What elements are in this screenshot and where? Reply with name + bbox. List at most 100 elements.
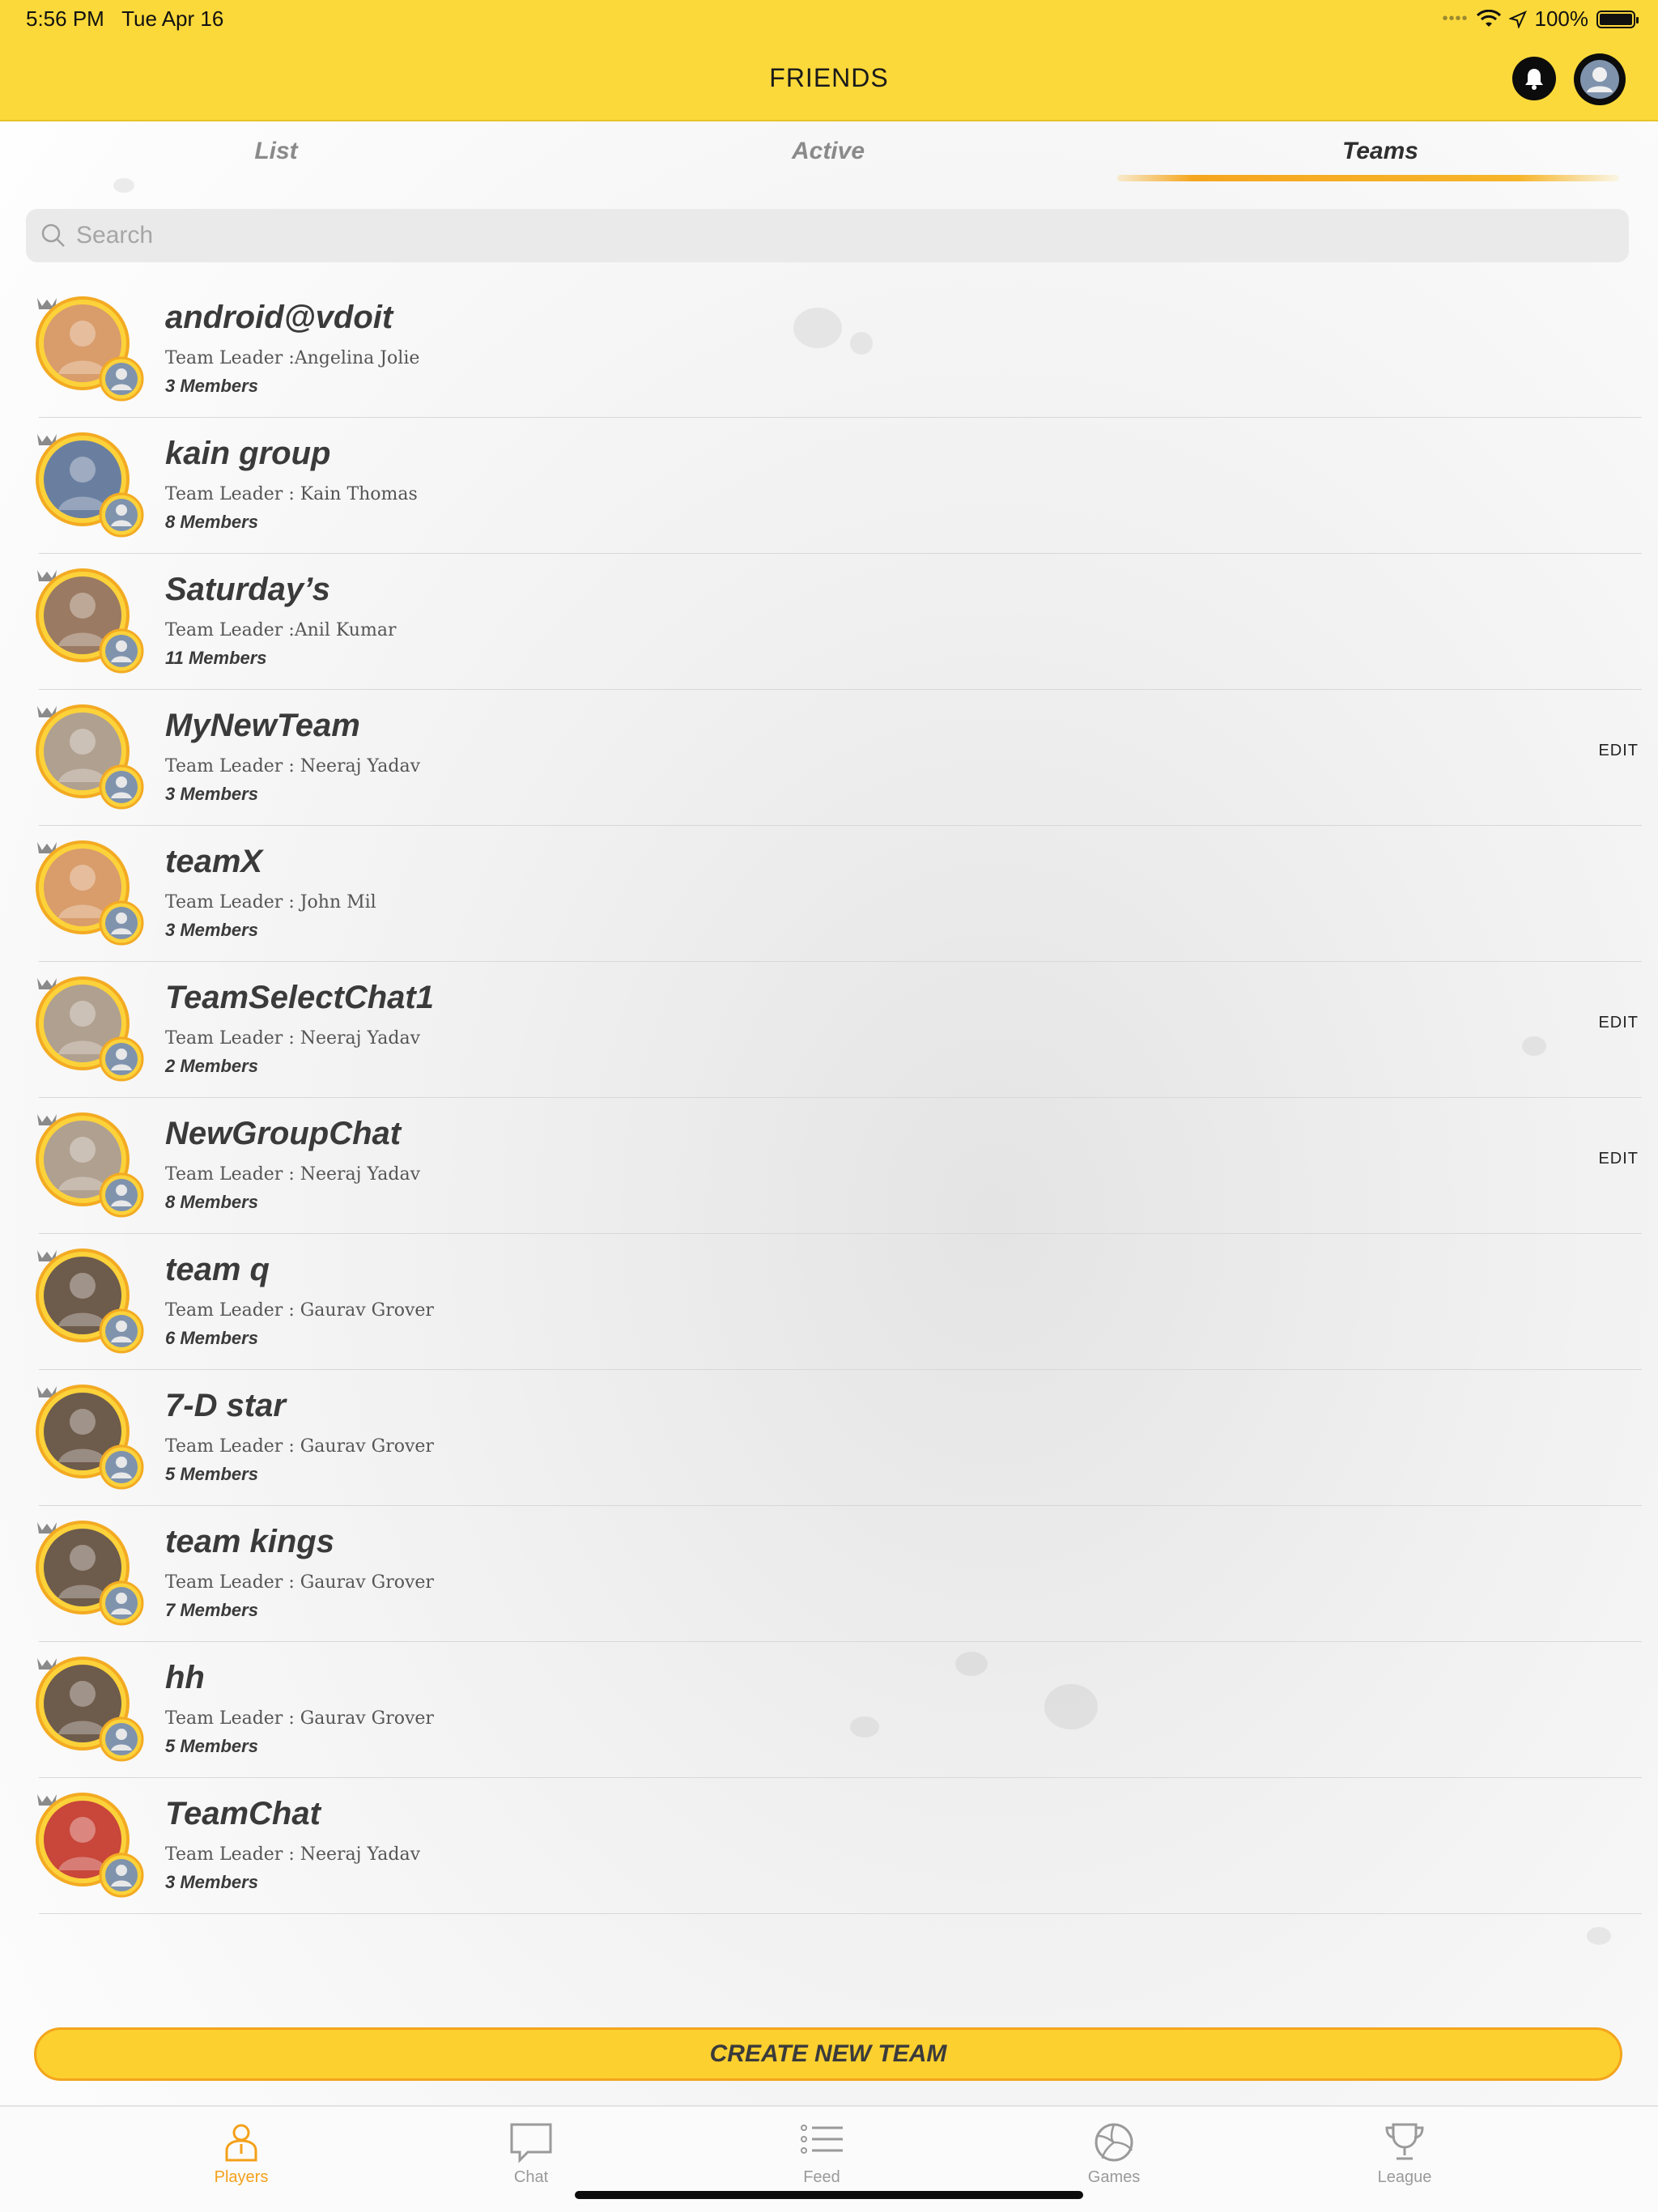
team-avatar	[36, 1793, 144, 1898]
create-new-team-button[interactable]: CREATE NEW TEAM	[34, 2027, 1622, 2081]
team-name: kain group	[165, 436, 331, 471]
team-members-count: 7 Members	[165, 1600, 258, 1620]
active-tab-indicator	[1117, 175, 1619, 181]
volleyball-icon	[1095, 2123, 1133, 2162]
search-input[interactable]	[76, 222, 1614, 249]
search-icon	[37, 219, 70, 252]
team-leader: Team Leader : John Mil	[165, 892, 376, 912]
team-name: android@vdoit	[165, 300, 393, 335]
team-leader: Team Leader : Gaurav Grover	[165, 1572, 434, 1593]
team-members-count: 3 Members	[165, 1872, 258, 1892]
team-members-count: 5 Members	[165, 1736, 258, 1756]
team-avatar	[36, 1521, 144, 1626]
team-name: TeamChat	[165, 1796, 321, 1831]
team-row[interactable]: TeamChat Team Leader : Neeraj Yadav 3 Me…	[36, 1778, 1642, 1914]
team-row[interactable]: team kings Team Leader : Gaurav Grover 7…	[36, 1506, 1642, 1642]
team-name: teamX	[165, 844, 263, 879]
team-list: android@vdoit Team Leader :Angelina Joli…	[0, 282, 1658, 1914]
tab-active[interactable]: Active	[552, 138, 1104, 165]
trophy-icon	[1385, 2123, 1424, 2160]
nav-players[interactable]: Players	[160, 2121, 322, 2187]
team-leader: Team Leader : Neeraj Yadav	[165, 1844, 421, 1865]
nav-feed[interactable]: Feed	[741, 2121, 903, 2187]
status-time: 5:56 PM Tue Apr 16	[26, 6, 223, 32]
team-avatar	[36, 432, 144, 538]
edit-team-button[interactable]: EDIT	[1598, 742, 1639, 760]
profile-button[interactable]	[1574, 53, 1626, 105]
team-row[interactable]: NewGroupChat Team Leader : Neeraj Yadav …	[36, 1098, 1642, 1234]
team-name: team kings	[165, 1524, 334, 1559]
nav-league[interactable]: League	[1324, 2121, 1486, 2187]
nav-chat[interactable]: Chat	[450, 2121, 612, 2187]
app-header: 5:56 PM Tue Apr 16 •••• 100% FRIENDS	[0, 0, 1658, 121]
team-avatar	[36, 296, 144, 402]
team-leader: Team Leader : Gaurav Grover	[165, 1708, 434, 1729]
team-members-count: 5 Members	[165, 1464, 258, 1484]
team-avatar	[36, 1385, 144, 1490]
team-name: hh	[165, 1660, 205, 1695]
status-date: Tue Apr 16	[121, 6, 224, 31]
tab-list[interactable]: List	[0, 138, 552, 165]
notification-button[interactable]	[1512, 57, 1556, 100]
team-name: NewGroupChat	[165, 1116, 402, 1151]
team-row[interactable]: hh Team Leader : Gaurav Grover 5 Members	[36, 1642, 1642, 1778]
bell-icon	[1525, 69, 1543, 90]
tab-teams[interactable]: Teams	[1104, 138, 1656, 165]
team-name: TeamSelectChat1	[165, 980, 434, 1015]
team-avatar	[36, 976, 144, 1082]
team-members-count: 8 Members	[165, 512, 258, 532]
team-name: MyNewTeam	[165, 708, 360, 743]
team-row[interactable]: Saturday’s Team Leader :Anil Kumar 11 Me…	[36, 554, 1642, 690]
page-title: FRIENDS	[769, 63, 889, 92]
nav-chat-label: Chat	[513, 2168, 549, 2186]
team-leader: Team Leader :Anil Kumar	[165, 620, 397, 640]
nav-games-label: Games	[1087, 2168, 1141, 2186]
team-avatar	[36, 840, 144, 946]
battery-percent: 100%	[1534, 6, 1589, 31]
wifi-icon	[1476, 9, 1501, 27]
battery-icon	[1596, 10, 1639, 28]
team-name: 7-D star	[165, 1388, 286, 1423]
search-bar	[26, 209, 1629, 262]
nav-feed-label: Feed	[803, 2168, 840, 2186]
team-members-count: 3 Members	[165, 784, 258, 804]
team-row[interactable]: android@vdoit Team Leader :Angelina Joli…	[36, 282, 1642, 418]
chat-bubble-icon	[510, 2123, 552, 2163]
team-leader: Team Leader : Kain Thomas	[165, 484, 418, 504]
team-row[interactable]: teamX Team Leader : John Mil 3 Members	[36, 826, 1642, 962]
team-name: Saturday’s	[165, 572, 330, 607]
edit-team-button[interactable]: EDIT	[1598, 1014, 1639, 1032]
nav-players-label: Players	[214, 2168, 269, 2186]
team-avatar	[36, 568, 144, 674]
team-leader: Team Leader : Neeraj Yadav	[165, 1164, 421, 1185]
segment-tabs: List Active Teams	[0, 138, 1658, 186]
team-avatar	[36, 1112, 144, 1218]
team-members-count: 11 Members	[165, 648, 267, 668]
team-row[interactable]: team q Team Leader : Gaurav Grover 6 Mem…	[36, 1234, 1642, 1370]
home-indicator	[575, 2191, 1083, 2199]
team-members-count: 8 Members	[165, 1192, 258, 1212]
edit-team-button[interactable]: EDIT	[1598, 1150, 1639, 1168]
team-avatar	[36, 1657, 144, 1762]
team-members-count: 6 Members	[165, 1328, 258, 1348]
status-clock: 5:56 PM	[26, 6, 104, 31]
nav-league-label: League	[1377, 2168, 1432, 2186]
list-icon	[801, 2125, 843, 2154]
team-leader: Team Leader : Gaurav Grover	[165, 1300, 434, 1321]
team-name: team q	[165, 1252, 270, 1287]
team-row[interactable]: MyNewTeam Team Leader : Neeraj Yadav 3 M…	[36, 690, 1642, 826]
team-leader: Team Leader : Neeraj Yadav	[165, 1028, 421, 1049]
team-avatar	[36, 1249, 144, 1354]
player-icon	[225, 2124, 257, 2162]
team-leader: Team Leader : Gaurav Grover	[165, 1436, 434, 1457]
team-row[interactable]: TeamSelectChat1 Team Leader : Neeraj Yad…	[36, 962, 1642, 1098]
location-arrow-icon	[1508, 10, 1527, 28]
signal-dots-icon: ••••	[1442, 10, 1469, 28]
team-leader: Team Leader : Neeraj Yadav	[165, 756, 421, 776]
user-avatar-icon	[1580, 60, 1619, 99]
team-members-count: 2 Members	[165, 1056, 258, 1076]
team-row[interactable]: 7-D star Team Leader : Gaurav Grover 5 M…	[36, 1370, 1642, 1506]
team-avatar	[36, 704, 144, 810]
team-row[interactable]: kain group Team Leader : Kain Thomas 8 M…	[36, 418, 1642, 554]
nav-games[interactable]: Games	[1033, 2121, 1195, 2187]
